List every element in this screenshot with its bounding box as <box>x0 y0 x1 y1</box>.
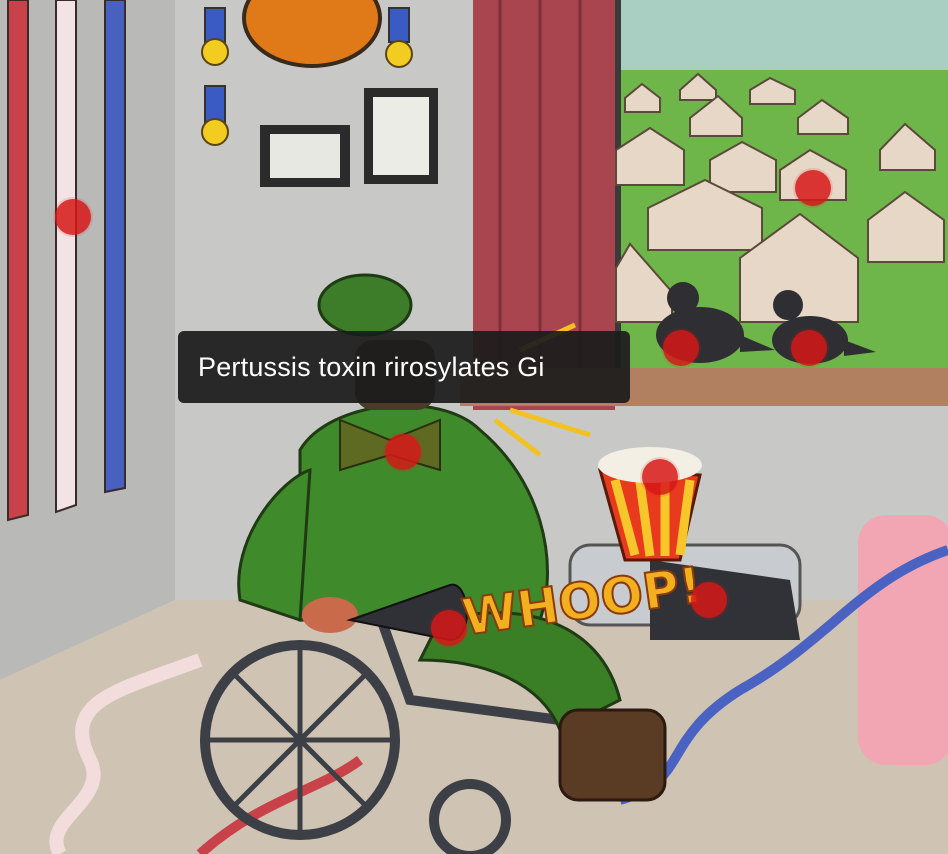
wall-stripes <box>7 0 126 522</box>
hotspot-bow-tie[interactable] <box>385 434 421 470</box>
hotspot-right-crow[interactable] <box>791 330 827 366</box>
hotspot-horn[interactable] <box>431 610 467 646</box>
hotspot-village-hut[interactable] <box>795 170 831 206</box>
tooltip: Pertussis toxin rirosylates Gi <box>178 331 630 403</box>
scene-illustration: WHOOP! <box>0 0 948 854</box>
tooltip-text: Pertussis toxin rirosylates Gi <box>198 351 545 382</box>
hotspot-leg-cast[interactable] <box>691 582 727 618</box>
hotspot-wall-stripes[interactable] <box>55 199 91 235</box>
hotspot-popcorn[interactable] <box>642 459 678 495</box>
hotspot-left-crow[interactable] <box>663 330 699 366</box>
